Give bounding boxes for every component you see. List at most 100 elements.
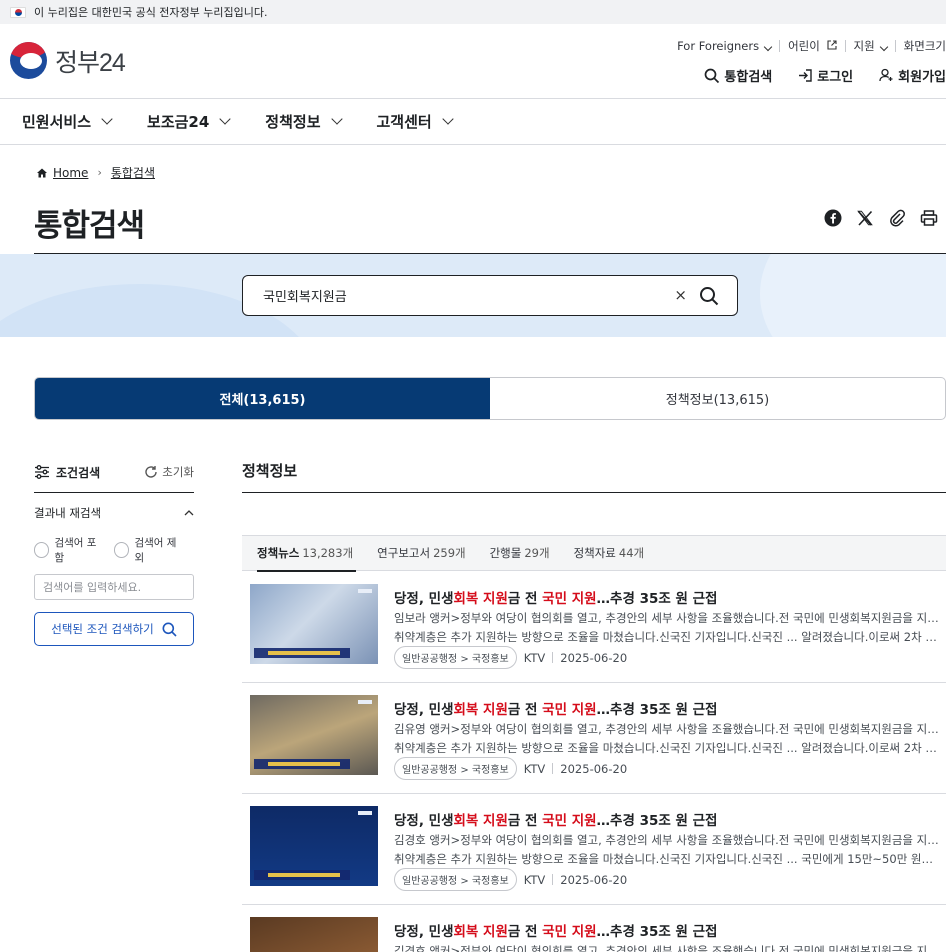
breadcrumb-current[interactable]: 통합검색: [111, 164, 155, 181]
result-title[interactable]: 당정, 민생회복 지원금 전 국민 지원…추경 35조 원 근접: [394, 587, 717, 607]
thumbnail-caption: [254, 870, 350, 880]
list-item[interactable]: 당정, 민생회복 지원금 전 국민 지원…추경 35조 원 근접 김경호 앵커>…: [242, 794, 946, 905]
decor-shape: [760, 254, 946, 337]
login-label: 로그인: [817, 70, 854, 85]
divider: [552, 652, 554, 663]
chevron-down-icon: [330, 113, 343, 125]
chevron-down-icon: [763, 42, 773, 52]
title-part: …추경 35조 원 근접: [596, 924, 718, 940]
divider: [552, 763, 554, 774]
main-nav: 민원서비스 보조금24 정책정보 고객센터: [0, 99, 946, 145]
search-input[interactable]: 국민회복지원금 ×: [242, 275, 738, 316]
thumbnail-caption: [254, 648, 350, 658]
summary-line: 취약계층은 추가 지원하는 방향으로 조율을 마쳤습니다.신국진 기자입니다.신…: [394, 741, 940, 755]
reset-label: 초기화: [162, 465, 194, 479]
support-link[interactable]: 지원: [853, 38, 888, 54]
facebook-icon[interactable]: [824, 209, 842, 227]
exclude-radio[interactable]: 검색어 제외: [114, 535, 184, 565]
result-summary: 임보라 앵커>정부와 여당이 협의회를 열고, 추경안의 세부 사항을 조율했습…: [394, 609, 940, 647]
login-action[interactable]: 로그인: [798, 66, 853, 85]
nav-customer-center[interactable]: 고객센터: [377, 111, 454, 132]
refine-search-input[interactable]: 검색어를 입력하세요.: [34, 574, 194, 600]
login-icon: [799, 69, 812, 82]
include-radio[interactable]: 검색어 포함: [34, 535, 104, 565]
gov-banner: 이 누리집은 대한민국 공식 전자정부 누리집입니다.: [0, 0, 946, 24]
result-title[interactable]: 당정, 민생회복 지원금 전 국민 지원…추경 35조 원 근접: [394, 698, 717, 718]
results-panel: 정책정보 정책뉴스 13,283개 연구보고서 259개 간행물 29개 정책자료 44…: [242, 460, 946, 572]
for-foreigners-label: For Foreigners: [677, 39, 760, 53]
page-title: 통합검색: [34, 208, 145, 244]
print-icon[interactable]: [920, 209, 938, 227]
nav-label: 보조금24: [147, 113, 210, 131]
kids-link[interactable]: 어린이: [788, 38, 837, 54]
screen-size-link[interactable]: 화면크기: [904, 38, 946, 54]
user-add-icon: [879, 68, 893, 82]
category-tag: 일반공공행정 > 국정홍보: [394, 646, 517, 669]
tab-all[interactable]: 전체(13,615): [35, 378, 490, 419]
clear-icon[interactable]: ×: [674, 286, 687, 304]
search-submit-button[interactable]: [699, 286, 719, 310]
result-summary: 김경호 앵커>정부와 여당이 협의회를 열고, 추경안의 세부 사항을 조율했습…: [394, 942, 940, 952]
for-foreigners-link[interactable]: For Foreigners: [677, 39, 773, 53]
breadcrumb-home[interactable]: Home: [53, 166, 88, 180]
title-part: …추경 35조 원 근접: [596, 702, 718, 718]
tab-policy-info[interactable]: 정책정보(13,615): [490, 378, 945, 419]
list-item[interactable]: 당정, 민생회복 지원금 전 국민 지원…추경 35조 원 근접 김경호 앵커>…: [242, 905, 946, 952]
category-tag: 일반공공행정 > 국정홍보: [394, 757, 517, 780]
refine-search-toggle[interactable]: 결과내 재검색: [34, 505, 194, 521]
filter-sidebar: 조건검색 초기화 결과내 재검색 검색어 포함 검색어 제외 검색어를 입력하세…: [34, 460, 194, 646]
subtab-publication[interactable]: 간행물 29개: [490, 535, 550, 571]
result-tabs: 전체(13,615) 정책정보(13,615): [34, 377, 946, 420]
search-action[interactable]: 통합검색: [704, 66, 772, 85]
title-part: 당정, 민생: [394, 924, 454, 940]
apply-filter-button[interactable]: 선택된 조건 검색하기: [34, 612, 194, 646]
news-thumbnail[interactable]: [250, 584, 378, 664]
summary-line: 취약계층은 추가 지원하는 방향으로 조율을 마쳤습니다.신국진 기자입니다.신…: [394, 852, 940, 866]
signup-action[interactable]: 회원가입: [879, 66, 946, 85]
link-copy-icon[interactable]: [888, 209, 906, 227]
search-action-label: 통합검색: [724, 70, 773, 85]
chevron-down-icon: [442, 113, 454, 125]
result-meta: 일반공공행정 > 국정홍보 KTV 2025-06-20: [394, 646, 627, 669]
filter-title-label: 조건검색: [56, 465, 101, 480]
date-label: 2025-06-20: [560, 872, 628, 887]
result-summary: 김유영 앵커>정부와 여당이 협의회를 열고, 추경안의 세부 사항을 조율했습…: [394, 720, 940, 758]
news-thumbnail[interactable]: [250, 695, 378, 775]
support-label: 지원: [853, 39, 875, 53]
summary-line: 취약계층은 추가 지원하는 방향으로 조율을 마쳤습니다.신국진 기자입니다.신…: [394, 630, 940, 644]
subtab-policy-material[interactable]: 정책자료 44개: [574, 535, 645, 571]
chevron-down-icon: [879, 42, 888, 52]
logo[interactable]: 정부24: [10, 42, 126, 79]
x-twitter-icon[interactable]: [856, 209, 874, 227]
korea-flag-icon: [10, 6, 26, 18]
chevron-up-icon: [184, 510, 194, 516]
list-item[interactable]: 당정, 민생회복 지원금 전 국민 지원…추경 35조 원 근접 김유영 앵커>…: [242, 683, 946, 794]
divider: [779, 40, 781, 52]
title-highlight: 회복 지원: [453, 591, 508, 607]
news-thumbnail[interactable]: [250, 917, 378, 952]
header: 정부24 For Foreigners 어린이 지원 화면크기 통합검색 로그인…: [0, 24, 946, 99]
reset-button[interactable]: 초기화: [144, 464, 194, 480]
title-part: …추경 35조 원 근접: [596, 813, 718, 829]
result-title[interactable]: 당정, 민생회복 지원금 전 국민 지원…추경 35조 원 근접: [394, 920, 717, 940]
subtab-count: 259개: [433, 546, 466, 560]
result-title[interactable]: 당정, 민생회복 지원금 전 국민 지원…추경 35조 원 근접: [394, 809, 717, 829]
title-part: 당정, 민생: [394, 702, 454, 718]
subtab-policy-news[interactable]: 정책뉴스 13,283개: [257, 535, 357, 572]
date-label: 2025-06-20: [560, 650, 628, 665]
title-part: 금 전: [507, 702, 543, 718]
subtab-label: 간행물: [489, 546, 522, 560]
subtab-research-report[interactable]: 연구보고서 259개: [377, 535, 465, 571]
title-highlight: 회복 지원: [453, 813, 508, 829]
chevron-down-icon: [101, 113, 113, 125]
news-thumbnail[interactable]: [250, 806, 378, 886]
nav-label: 정책정보: [265, 113, 321, 131]
subtab-label: 정책뉴스: [257, 546, 300, 560]
nav-civil-service[interactable]: 민원서비스: [22, 111, 113, 132]
nav-policy-info[interactable]: 정책정보: [265, 111, 343, 132]
radio-circle: [34, 542, 50, 558]
subtabs: 정책뉴스 13,283개 연구보고서 259개 간행물 29개 정책자료 44개: [242, 535, 946, 572]
refine-title: 결과내 재검색: [34, 506, 102, 520]
nav-subsidy24[interactable]: 보조금24: [147, 111, 231, 132]
list-item[interactable]: 당정, 민생회복 지원금 전 국민 지원…추경 35조 원 근접 임보라 앵커>…: [242, 572, 946, 683]
